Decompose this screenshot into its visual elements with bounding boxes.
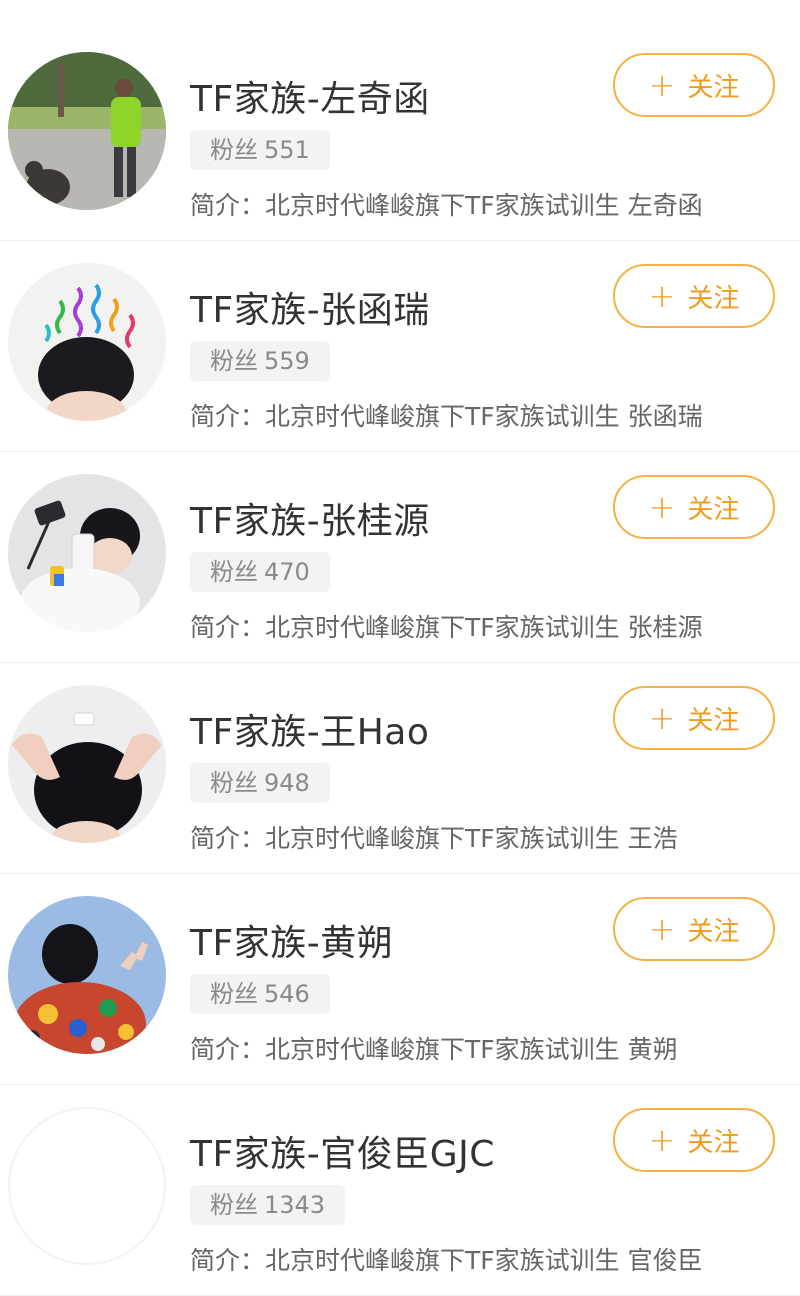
fans-label: 粉丝 — [210, 769, 258, 797]
follow-button[interactable]: + 关注 — [613, 686, 775, 750]
user-bio: 简介：北京时代峰峻旗下TF家族试训生 黄朔 — [190, 1035, 678, 1064]
fans-count: 559 — [264, 347, 310, 375]
user-name[interactable]: TF家族-黄朔 — [190, 914, 393, 966]
plus-icon: + — [648, 488, 676, 526]
follow-label: 关注 — [687, 494, 740, 525]
fans-label: 粉丝 — [210, 347, 258, 375]
follow-label: 关注 — [687, 1127, 740, 1158]
follow-button[interactable]: + 关注 — [613, 475, 775, 539]
plus-icon: + — [648, 699, 676, 737]
fans-count: 470 — [264, 558, 310, 586]
user-bio: 简介：北京时代峰峻旗下TF家族试训生 官俊臣 — [190, 1246, 703, 1275]
avatar[interactable] — [8, 1107, 166, 1265]
plus-icon: + — [648, 277, 676, 315]
fans-label: 粉丝 — [210, 558, 258, 586]
list-item[interactable]: TF家族-黄朔 粉丝 546 简介：北京时代峰峻旗下TF家族试训生 黄朔 + 关注 — [0, 874, 800, 1085]
fans-badge: 粉丝 470 — [190, 552, 330, 592]
user-bio: 简介：北京时代峰峻旗下TF家族试训生 张桂源 — [190, 613, 703, 642]
avatar[interactable] — [8, 52, 166, 210]
fans-badge: 粉丝 551 — [190, 130, 330, 170]
fans-label: 粉丝 — [210, 136, 258, 164]
plus-icon: + — [648, 66, 676, 104]
follow-button[interactable]: + 关注 — [613, 1108, 775, 1172]
user-bio: 简介：北京时代峰峻旗下TF家族试训生 左奇函 — [190, 191, 703, 220]
avatar-photo — [8, 685, 166, 843]
fans-badge: 粉丝 1343 — [190, 1185, 346, 1225]
follow-button[interactable]: + 关注 — [613, 264, 775, 328]
avatar-photo — [8, 474, 166, 632]
user-name[interactable]: TF家族-左奇函 — [190, 70, 430, 122]
user-name[interactable]: TF家族-张桂源 — [190, 492, 430, 544]
fans-badge: 粉丝 948 — [190, 763, 330, 803]
follow-label: 关注 — [687, 72, 740, 103]
follow-label: 关注 — [687, 705, 740, 736]
user-name[interactable]: TF家族-张函瑞 — [190, 281, 430, 333]
follow-label: 关注 — [687, 283, 740, 314]
plus-icon: + — [648, 1121, 676, 1159]
user-bio: 简介：北京时代峰峻旗下TF家族试训生 王浩 — [190, 824, 678, 853]
avatar[interactable] — [8, 896, 166, 1054]
list-item[interactable]: TF家族-王Hao 粉丝 948 简介：北京时代峰峻旗下TF家族试训生 王浩 + … — [0, 663, 800, 874]
list-item[interactable]: TF家族-左奇函 粉丝 551 简介：北京时代峰峻旗下TF家族试训生 左奇函 + … — [0, 30, 800, 241]
fans-count: 551 — [264, 136, 310, 164]
avatar-photo — [8, 896, 166, 1054]
fans-badge: 粉丝 546 — [190, 974, 330, 1014]
follow-button[interactable]: + 关注 — [613, 53, 775, 117]
fans-label: 粉丝 — [210, 1191, 258, 1219]
list-item[interactable]: TF家族-张函瑞 粉丝 559 简介：北京时代峰峻旗下TF家族试训生 张函瑞 + … — [0, 241, 800, 452]
avatar-photo — [8, 52, 166, 210]
avatar[interactable] — [8, 474, 166, 632]
fans-badge: 粉丝 559 — [190, 341, 330, 381]
list-item[interactable]: TF家族-张桂源 粉丝 470 简介：北京时代峰峻旗下TF家族试训生 张桂源 + … — [0, 452, 800, 663]
follow-label: 关注 — [687, 916, 740, 947]
follow-button[interactable]: + 关注 — [613, 897, 775, 961]
avatar[interactable] — [8, 685, 166, 843]
user-list: TF家族-左奇函 粉丝 551 简介：北京时代峰峻旗下TF家族试训生 左奇函 + … — [0, 30, 800, 1296]
list-item[interactable]: TF家族-官俊臣GJC 粉丝 1343 简介：北京时代峰峻旗下TF家族试训生 官俊… — [0, 1085, 800, 1296]
fans-count: 546 — [264, 980, 310, 1008]
avatar-photo — [8, 263, 166, 421]
fans-count: 948 — [264, 769, 310, 797]
avatar[interactable] — [8, 263, 166, 421]
plus-icon: + — [648, 910, 676, 948]
fans-count: 1343 — [264, 1191, 326, 1219]
user-name[interactable]: TF家族-官俊臣GJC — [190, 1125, 495, 1177]
fans-label: 粉丝 — [210, 980, 258, 1008]
user-name[interactable]: TF家族-王Hao — [190, 703, 429, 755]
user-bio: 简介：北京时代峰峻旗下TF家族试训生 张函瑞 — [190, 402, 703, 431]
